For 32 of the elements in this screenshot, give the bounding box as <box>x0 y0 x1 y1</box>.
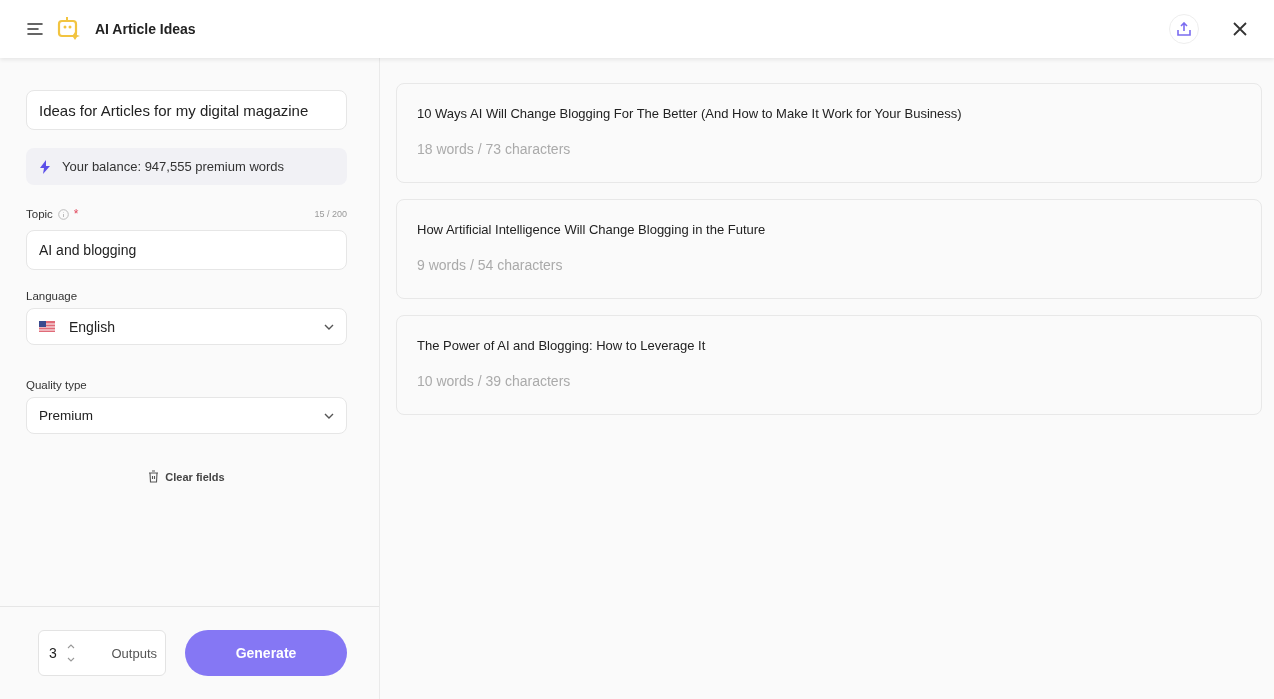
quality-label: Quality type <box>26 379 88 391</box>
result-title: 10 Ways AI Will Change Blogging For The Better (And How to Make It Work for Your Business) <box>417 106 963 121</box>
result-stats: 9 words / 54 characters <box>417 257 564 273</box>
share-icon <box>1177 22 1191 36</box>
result-stats: 18 words / 73 characters <box>417 141 572 157</box>
close-icon[interactable] <box>1233 22 1247 36</box>
result-title: The Power of AI and Blogging: How to Leverage It <box>417 338 707 353</box>
topic-label: Topic <box>26 208 53 220</box>
required-mark: * <box>73 207 79 221</box>
flag-icon <box>39 321 55 332</box>
share-button[interactable] <box>1169 14 1199 44</box>
chevron-down-icon <box>324 412 334 419</box>
result-stats: 10 words / 39 characters <box>417 373 572 389</box>
generate-button[interactable]: Generate <box>185 630 347 676</box>
quality-select[interactable]: Premium <box>26 397 347 434</box>
menu-icon[interactable] <box>27 23 43 35</box>
char-counter: 15 / 200 <box>314 209 347 219</box>
balance-text: Your balance: 947,555 premium words <box>62 159 285 174</box>
name-field[interactable]: Ideas for Articles for my digital magazine <box>26 90 347 130</box>
app-title: AI Article Ideas <box>95 21 196 37</box>
result-title: How Artificial Intelligence Will Change Blogging in the Future <box>417 222 767 237</box>
topic-field[interactable]: AI and blogging <box>26 230 347 270</box>
language-label: Language <box>26 290 79 302</box>
lightning-icon <box>40 159 50 174</box>
language-select[interactable]: English <box>26 308 347 345</box>
chevron-down-icon <box>324 323 334 330</box>
robot-icon <box>57 16 81 42</box>
up-down-arrows-icon[interactable] <box>66 643 75 663</box>
outputs-stepper[interactable]: 3 Outputs <box>38 630 166 676</box>
info-icon <box>57 208 69 220</box>
trash-icon <box>148 470 160 483</box>
clear-fields-button[interactable]: Clear fields <box>146 468 227 485</box>
